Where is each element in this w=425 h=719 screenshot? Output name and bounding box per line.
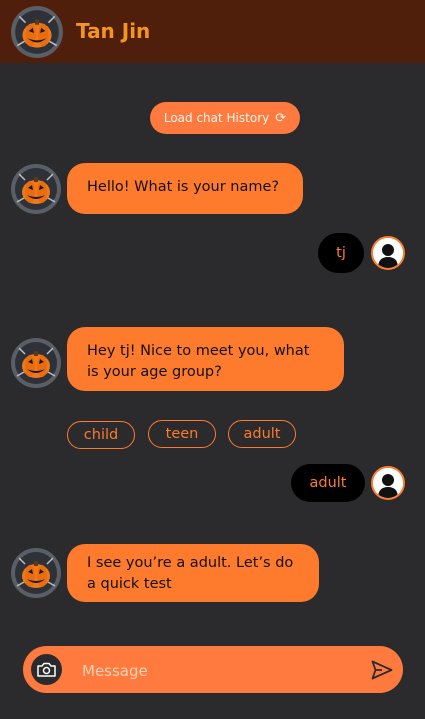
contact-name: Tan Jin [76,19,151,43]
user-message: tj [318,233,364,273]
option-teen-button[interactable]: teen [148,420,216,448]
bot-message: Hey tj! Nice to meet you, what is your a… [67,327,344,391]
load-history-button[interactable]: Load chat History ⟳ [150,102,300,134]
person-icon [373,468,403,498]
person-icon [373,238,403,268]
user-avatar [371,236,405,270]
option-child-button[interactable]: child [67,421,135,449]
message-composer [23,646,403,695]
bot-avatar [11,338,61,388]
bot-avatar [11,164,61,214]
user-message: adult [291,464,365,502]
bot-avatar [11,548,61,598]
send-icon[interactable] [371,660,393,680]
message-input[interactable] [80,646,364,695]
camera-button[interactable] [31,654,62,685]
bot-message: I see you’re a adult. Let’s do a quick t… [67,544,319,602]
jack-o-lantern-icon [11,6,63,58]
chat-header: Tan Jin [0,0,425,63]
option-adult-button[interactable]: adult [228,420,296,448]
load-history-label: Load chat History [163,111,270,125]
bot-message: Hello! What is your name? [67,163,303,214]
refresh-icon: ⟳ [275,110,287,126]
camera-icon [37,662,56,677]
user-avatar [371,466,405,500]
